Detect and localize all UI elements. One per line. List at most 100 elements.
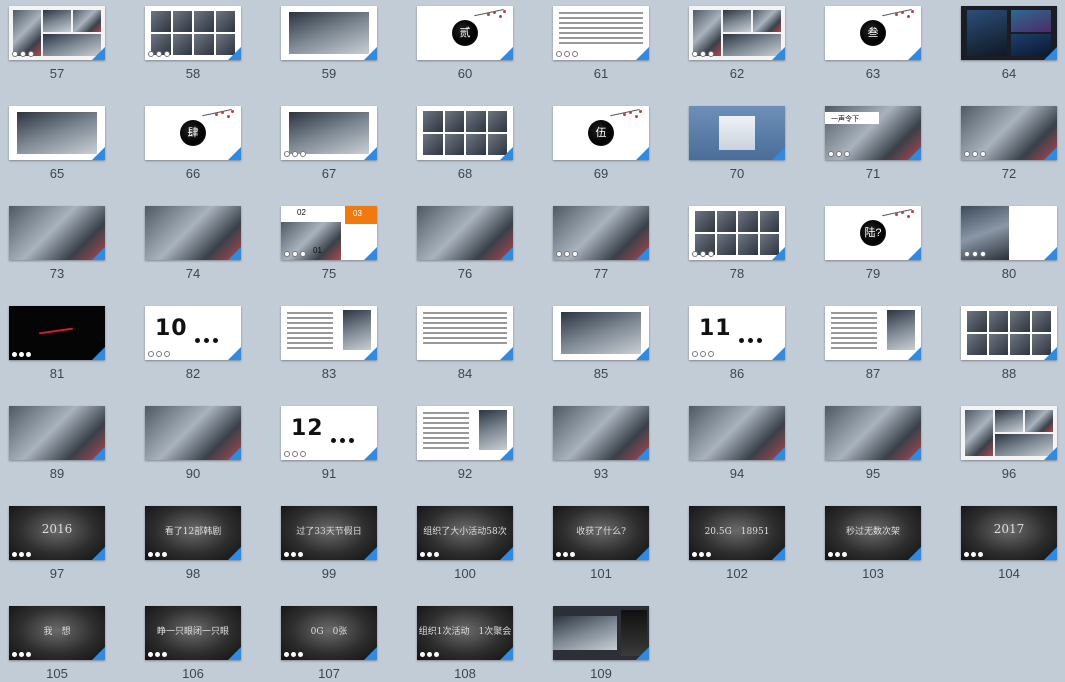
nav-dot <box>12 352 17 357</box>
slide-thumbnail-cell: 109 <box>553 606 649 682</box>
slide-thumbnail[interactable]: 伍 <box>553 106 649 160</box>
photo <box>43 10 71 32</box>
slide-thumbnail[interactable]: 叁 <box>825 6 921 60</box>
slide-corner-marker <box>364 47 377 60</box>
nav-dot <box>19 652 24 657</box>
nav-dot <box>420 552 425 557</box>
nav-dot <box>26 652 31 657</box>
photo <box>553 406 649 460</box>
slide-thumbnail[interactable] <box>553 206 649 260</box>
slide-thumbnail[interactable]: 10 <box>145 306 241 360</box>
nav-dot <box>284 251 290 257</box>
text-block <box>287 312 333 352</box>
slide-thumbnail[interactable] <box>689 406 785 460</box>
slide-thumbnail[interactable] <box>553 606 649 660</box>
slide-thumbnail[interactable] <box>281 106 377 160</box>
slide-thumbnail-cell: 90 <box>145 406 241 482</box>
slide-thumbnail[interactable] <box>145 406 241 460</box>
slide-thumbnail-cell: 贰 60 <box>417 6 513 82</box>
slide-thumbnail-cell: 78 <box>689 206 785 282</box>
brush-stroke <box>39 327 73 335</box>
slide-corner-marker <box>228 247 241 260</box>
slide-thumbnail[interactable] <box>961 306 1057 360</box>
plum-blossom <box>231 110 234 113</box>
slide-thumbnail[interactable]: 肆 <box>145 106 241 160</box>
slide-thumbnail[interactable]: 看了12部韩剧 <box>145 506 241 560</box>
slide-number: 83 <box>321 366 337 381</box>
decor-dot <box>195 338 200 343</box>
slide-thumbnail[interactable]: 过了33天节假日 <box>281 506 377 560</box>
nav-dot <box>434 652 439 657</box>
text-line <box>423 437 469 439</box>
slide-corner-marker <box>636 447 649 460</box>
slide-thumbnail[interactable]: 12 <box>281 406 377 460</box>
slide-thumbnail[interactable] <box>689 6 785 60</box>
slide-thumbnail[interactable] <box>825 306 921 360</box>
slide-thumbnail-cell: 74 <box>145 206 241 282</box>
slide-thumbnail[interactable] <box>825 406 921 460</box>
nav-dot <box>572 251 578 257</box>
photo <box>466 134 486 155</box>
slide-caption: 2017 <box>993 522 1025 536</box>
slide-thumbnail[interactable] <box>281 6 377 60</box>
slide-thumbnail[interactable] <box>961 206 1057 260</box>
slide-thumbnail[interactable]: 2016 <box>9 506 105 560</box>
slide-thumbnail[interactable]: 贰 <box>417 6 513 60</box>
slide-thumbnail[interactable] <box>9 6 105 60</box>
slide-thumbnail[interactable] <box>961 6 1057 60</box>
ink-brush-circle: 陆? <box>860 220 886 246</box>
nav-dot <box>708 51 714 57</box>
slide-thumbnail[interactable] <box>553 6 649 60</box>
photo <box>738 211 758 232</box>
slide-thumbnail[interactable]: 组织了大小活动58次 <box>417 506 513 560</box>
slide-thumbnail[interactable] <box>9 306 105 360</box>
slide-thumbnail[interactable] <box>417 106 513 160</box>
slide-thumbnail[interactable] <box>553 406 649 460</box>
slide-thumbnail[interactable] <box>961 106 1057 160</box>
slide-thumbnail[interactable]: 收获了什么? <box>553 506 649 560</box>
slide-thumbnail[interactable]: 我 想 <box>9 606 105 660</box>
slide-thumbnail[interactable] <box>417 206 513 260</box>
slide-thumbnail[interactable]: 睁一只眼闭一只眼 <box>145 606 241 660</box>
slide-corner-marker <box>500 347 513 360</box>
slide-thumbnail[interactable]: 02 03 01 <box>281 206 377 260</box>
nav-dot <box>26 552 31 557</box>
slide-thumbnail[interactable] <box>9 206 105 260</box>
photo <box>289 12 369 54</box>
slide-thumbnail-cell: 组织1次活动 1次聚会 108 <box>417 606 513 682</box>
slide-thumbnail[interactable] <box>417 406 513 460</box>
slide-number: 66 <box>185 166 201 181</box>
slide-thumbnail[interactable] <box>553 306 649 360</box>
slide-thumbnail[interactable] <box>689 106 785 160</box>
text-block <box>423 312 507 347</box>
slide-number: 99 <box>321 566 337 581</box>
slide-thumbnail[interactable]: 秒过无数次架 <box>825 506 921 560</box>
photo <box>716 211 736 232</box>
slide-thumbnail[interactable] <box>689 206 785 260</box>
slide-thumbnail[interactable]: 0G 0张 <box>281 606 377 660</box>
slide-thumbnail[interactable]: 组织1次活动 1次聚会 <box>417 606 513 660</box>
slide-thumbnail[interactable] <box>145 206 241 260</box>
plum-blossom <box>911 210 914 213</box>
slide-corner-marker <box>92 147 105 160</box>
slide-corner-marker <box>636 347 649 360</box>
slide-thumbnail[interactable]: 11 <box>689 306 785 360</box>
slide-thumbnail[interactable]: 陆? <box>825 206 921 260</box>
slide-thumbnail[interactable]: 20.5G 18951 <box>689 506 785 560</box>
plum-blossom <box>635 115 638 118</box>
slide-number: 72 <box>1001 166 1017 181</box>
slide-thumbnail[interactable] <box>417 306 513 360</box>
slide-thumbnail[interactable] <box>961 406 1057 460</box>
slide-nav-dots <box>148 552 167 557</box>
slide-thumbnail[interactable] <box>145 6 241 60</box>
photo <box>194 34 214 55</box>
slide-thumbnail-cell: 67 <box>281 106 377 182</box>
slide-corner-marker <box>500 247 513 260</box>
photo <box>172 11 192 32</box>
slide-thumbnail[interactable] <box>9 406 105 460</box>
slide-thumbnail[interactable]: 一声令下 <box>825 106 921 160</box>
slide-thumbnail[interactable]: 2017 <box>961 506 1057 560</box>
slide-corner-marker <box>500 647 513 660</box>
slide-thumbnail[interactable] <box>9 106 105 160</box>
slide-thumbnail[interactable] <box>281 306 377 360</box>
